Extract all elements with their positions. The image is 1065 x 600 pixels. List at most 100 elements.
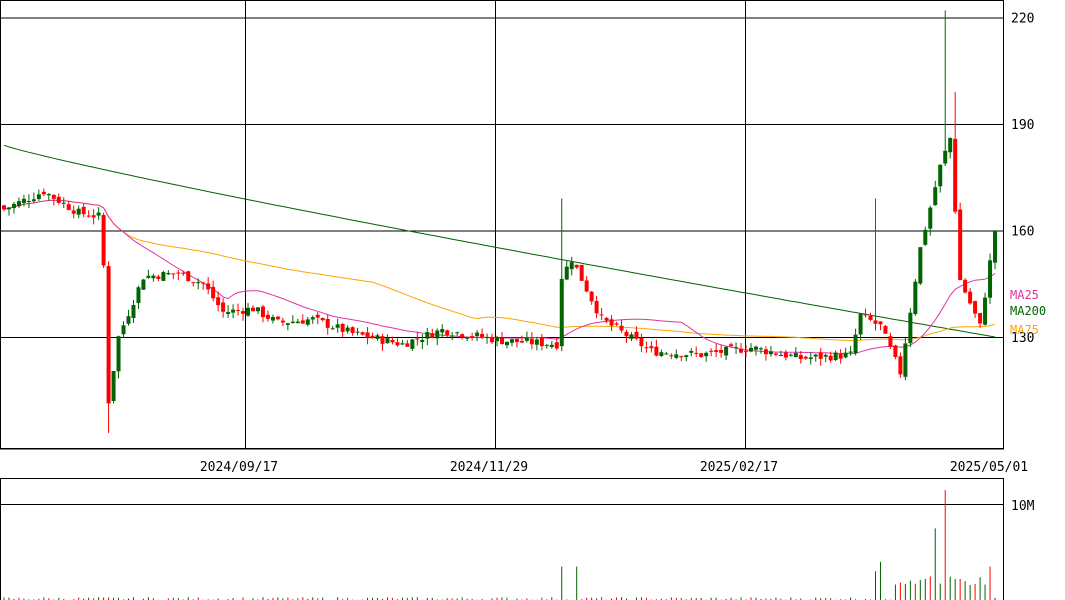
candle-body — [330, 328, 335, 330]
candle-body — [823, 354, 828, 357]
candle-body — [295, 321, 300, 324]
candle-body — [41, 191, 46, 195]
candle-body — [181, 272, 186, 274]
candle-body — [96, 212, 101, 216]
date-label: 2025/02/17 — [700, 460, 778, 475]
candle-body — [699, 353, 704, 357]
candle-body — [838, 353, 843, 359]
candle-body — [445, 330, 450, 336]
candle-body — [246, 307, 251, 316]
candle-body — [903, 343, 908, 377]
candle-body — [739, 348, 744, 353]
candle-body — [251, 307, 255, 312]
candle-body — [968, 291, 973, 304]
candle-body — [639, 337, 644, 347]
candle-body — [524, 338, 529, 341]
candle-body — [923, 229, 928, 245]
candle-body — [131, 305, 136, 319]
candle-body — [151, 275, 156, 279]
candle-body — [355, 331, 360, 333]
candle-body — [66, 204, 71, 210]
candle-body — [31, 199, 36, 202]
candle-body — [554, 342, 559, 349]
volume-plot-frame — [0, 478, 1004, 600]
candle-body — [440, 329, 445, 333]
candle-body — [176, 272, 181, 274]
candle-body — [654, 346, 659, 356]
legend-ma75: MA75 — [1010, 323, 1039, 337]
candle-body — [609, 319, 614, 326]
candle-body — [514, 338, 519, 343]
candle-body — [714, 350, 719, 352]
candle-body — [669, 355, 674, 357]
candle-body — [594, 300, 599, 314]
candle-body — [81, 206, 86, 215]
candle-body — [46, 194, 51, 196]
candle-body — [91, 215, 96, 218]
candle-body — [156, 276, 161, 279]
price-tick-label: 160 — [1011, 225, 1034, 240]
candle-body — [908, 312, 913, 344]
legend-ma25: MA25 — [1010, 288, 1039, 302]
candle-body — [26, 200, 31, 202]
candle-body — [993, 231, 998, 263]
candle-body — [410, 339, 415, 349]
candle-body — [729, 344, 734, 347]
candle-body — [111, 371, 116, 401]
candle-body — [848, 351, 853, 353]
candle-body — [564, 266, 569, 280]
candle-body — [928, 207, 933, 229]
candle-body — [773, 353, 778, 355]
candle-body — [763, 349, 768, 355]
candle-body — [490, 336, 495, 343]
candle-body — [604, 317, 609, 321]
candle-body — [126, 316, 131, 324]
candle-body — [415, 338, 420, 340]
candle-body — [270, 317, 275, 321]
candle-body — [285, 323, 290, 325]
candle-body — [634, 331, 639, 339]
price-panel: 130160190220 MA25 MA200 MA75 — [0, 0, 1046, 449]
candle-body — [420, 339, 425, 343]
candle-body — [141, 279, 146, 290]
candle-body — [241, 311, 246, 314]
candle-body — [425, 332, 430, 339]
candle-body — [216, 297, 221, 306]
candle-body — [724, 346, 729, 356]
candle-body — [758, 348, 763, 350]
date-label: 2024/11/29 — [450, 460, 528, 475]
candle-body — [196, 282, 201, 284]
candle-body — [260, 306, 265, 318]
candle-body — [539, 337, 544, 347]
date-axis: 2024/09/17 2024/11/29 2025/02/17 2025/05… — [0, 448, 1028, 475]
candle-body — [325, 318, 330, 328]
date-label: 2025/05/01 — [950, 460, 1028, 475]
candle-body — [883, 325, 888, 334]
candle-body — [863, 314, 868, 316]
candle-body — [51, 194, 56, 199]
candle-body — [973, 301, 978, 314]
candle-body — [719, 349, 724, 353]
volume-panel: 10M — [0, 478, 1035, 600]
candle-body — [480, 333, 485, 338]
candle-body — [161, 272, 166, 281]
candle-body — [913, 281, 918, 315]
candle-body — [315, 314, 320, 318]
date-label: 2024/09/17 — [200, 460, 278, 475]
candle-body — [375, 335, 380, 339]
candle-body — [679, 356, 684, 358]
stock-chart: 130160190220 MA25 MA200 MA75 2024/09/17 … — [0, 0, 1046, 600]
candle-body — [614, 323, 619, 325]
candle-body — [236, 309, 241, 311]
candle-body — [534, 339, 539, 345]
candle-body — [340, 323, 345, 332]
candle-body — [943, 150, 948, 164]
candle-body — [843, 352, 848, 358]
candle-body — [684, 355, 689, 358]
candle-body — [166, 273, 171, 275]
candle-body — [783, 352, 788, 358]
price-tick-label: 220 — [1011, 12, 1034, 27]
candle-body — [11, 203, 16, 208]
candle-body — [390, 339, 395, 343]
legend-ma200: MA200 — [1010, 304, 1046, 318]
